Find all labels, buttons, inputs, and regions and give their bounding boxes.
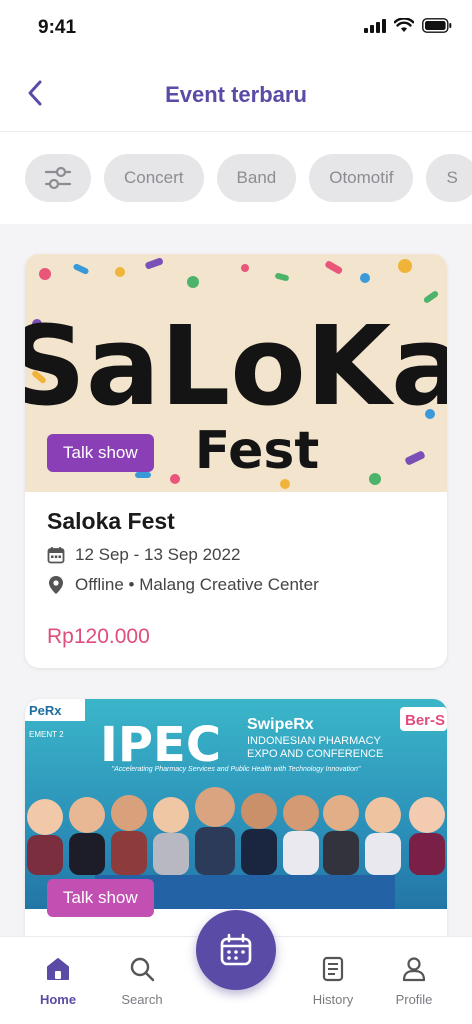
event-card[interactable]: SaLoKa Fest Talk show Saloka Fest 12 Sep… [25, 254, 447, 668]
chip-band[interactable]: Band [216, 154, 297, 202]
speaker-photos [27, 787, 445, 875]
nav-profile-label: Profile [395, 992, 433, 1007]
profile-icon [402, 957, 426, 982]
event-name: Saloka Fest [47, 508, 175, 534]
ipec-title: IPEC [100, 717, 221, 773]
event-price: Rp120.000 [47, 625, 150, 648]
nav-search[interactable]: Search [102, 955, 182, 1007]
history-icon [322, 956, 344, 982]
page-title: Event terbaru [165, 82, 307, 107]
category-tag: Talk show [47, 879, 154, 917]
corner-tag-text: PeRx [29, 703, 62, 718]
event-date-row: 12 Sep - 13 Sep 2022 [47, 545, 425, 565]
calendar-fab[interactable] [196, 910, 276, 990]
card-body: Saloka Fest 12 Sep - 13 Sep 2022 Offline… [25, 492, 447, 649]
battery-icon [422, 18, 452, 33]
calendar-icon [220, 933, 252, 966]
event-date: 12 Sep - 13 Sep 2022 [75, 545, 241, 564]
status-time: 9:41 [38, 17, 77, 38]
subtitle-line2: EXPO AND CONFERENCE [247, 748, 383, 760]
nav-search-label: Search [121, 992, 163, 1007]
wifi-icon [394, 18, 414, 32]
element-text: EMENT 2 [29, 730, 64, 739]
brand-text: SwipeRx [247, 716, 314, 733]
tagline-text: "Accelerating Pharmacy Services and Publ… [112, 766, 361, 773]
nav-home[interactable]: Home [18, 955, 98, 1007]
home-icon [47, 958, 69, 980]
calendar-icon [47, 547, 65, 564]
chip-otomotif[interactable]: Otomotif [309, 154, 414, 202]
event-banner: PeRx EMENT 2 IPEC SwipeRx INDONESIAN PHA… [25, 699, 447, 937]
sliders-icon [44, 166, 72, 190]
category-tag: Talk show [47, 434, 154, 472]
location-pin-icon [49, 576, 63, 594]
nav-history[interactable]: History [293, 955, 373, 1007]
badge-text: Ber-S [405, 712, 445, 729]
nav-history-label: History [312, 992, 354, 1007]
event-location-row: Offline • Malang Creative Center [47, 575, 425, 595]
event-location: Offline • Malang Creative Center [75, 575, 319, 594]
event-banner: SaLoKa Fest Talk show [25, 254, 447, 492]
app-header: Event terbaru [0, 58, 472, 132]
saloka-logo-text: SaLoKa [25, 302, 447, 430]
category-chips: Concert Band Otomotif S [25, 154, 472, 202]
chip-concert[interactable]: Concert [104, 154, 204, 202]
status-icons [364, 18, 452, 33]
search-icon [130, 957, 155, 982]
signal-icon [364, 18, 386, 33]
subtitle-line1: INDONESIAN PHARMACY [247, 735, 382, 747]
nav-home-label: Home [39, 992, 77, 1007]
fest-logo-text: Fest [195, 421, 320, 481]
status-bar: 9:41 [0, 0, 472, 58]
filter-button[interactable] [25, 154, 91, 202]
filter-bar: Concert Band Otomotif S [0, 132, 472, 224]
chip-more[interactable]: S [426, 154, 472, 202]
nav-profile[interactable]: Profile [374, 955, 454, 1007]
